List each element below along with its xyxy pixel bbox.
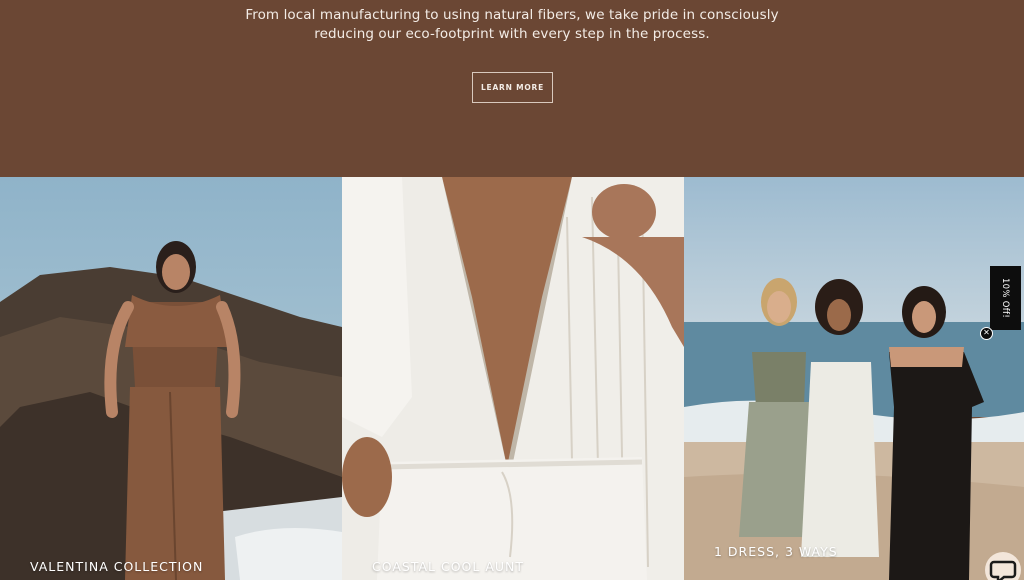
hero-line-1: From local manufacturing to using natura… [245, 7, 779, 23]
collection-tiles: VALENTINA COLLECTION COASTAL COOL AUNT 1… [0, 177, 1024, 580]
chat-icon [989, 560, 1017, 580]
one-dress-three-ways-image [684, 177, 1024, 580]
tile-label[interactable]: 1 DRESS, 3 WAYS [714, 544, 838, 559]
hero-description: From local manufacturing to using natura… [0, 6, 1024, 44]
tile-label[interactable]: COASTAL COOL AUNT [372, 559, 524, 574]
hero-banner: From local manufacturing to using natura… [0, 0, 1024, 177]
valentina-image [0, 177, 342, 580]
close-icon[interactable]: ✕ [980, 327, 993, 340]
learn-more-button[interactable]: LEARN MORE [472, 72, 553, 103]
discount-tab[interactable]: 10% Off! [990, 266, 1021, 330]
coastal-cool-aunt-image [342, 177, 684, 580]
discount-tab-label[interactable]: 10% Off! [990, 266, 1021, 330]
tile-1-dress-3-ways[interactable]: 1 DRESS, 3 WAYS [684, 177, 1024, 580]
tile-valentina-collection[interactable]: VALENTINA COLLECTION [0, 177, 342, 580]
chat-button[interactable] [985, 552, 1021, 580]
tile-label[interactable]: VALENTINA COLLECTION [30, 559, 203, 574]
hero-line-2: reducing our eco-footprint with every st… [314, 26, 710, 42]
tile-coastal-cool-aunt[interactable]: COASTAL COOL AUNT [342, 177, 684, 580]
